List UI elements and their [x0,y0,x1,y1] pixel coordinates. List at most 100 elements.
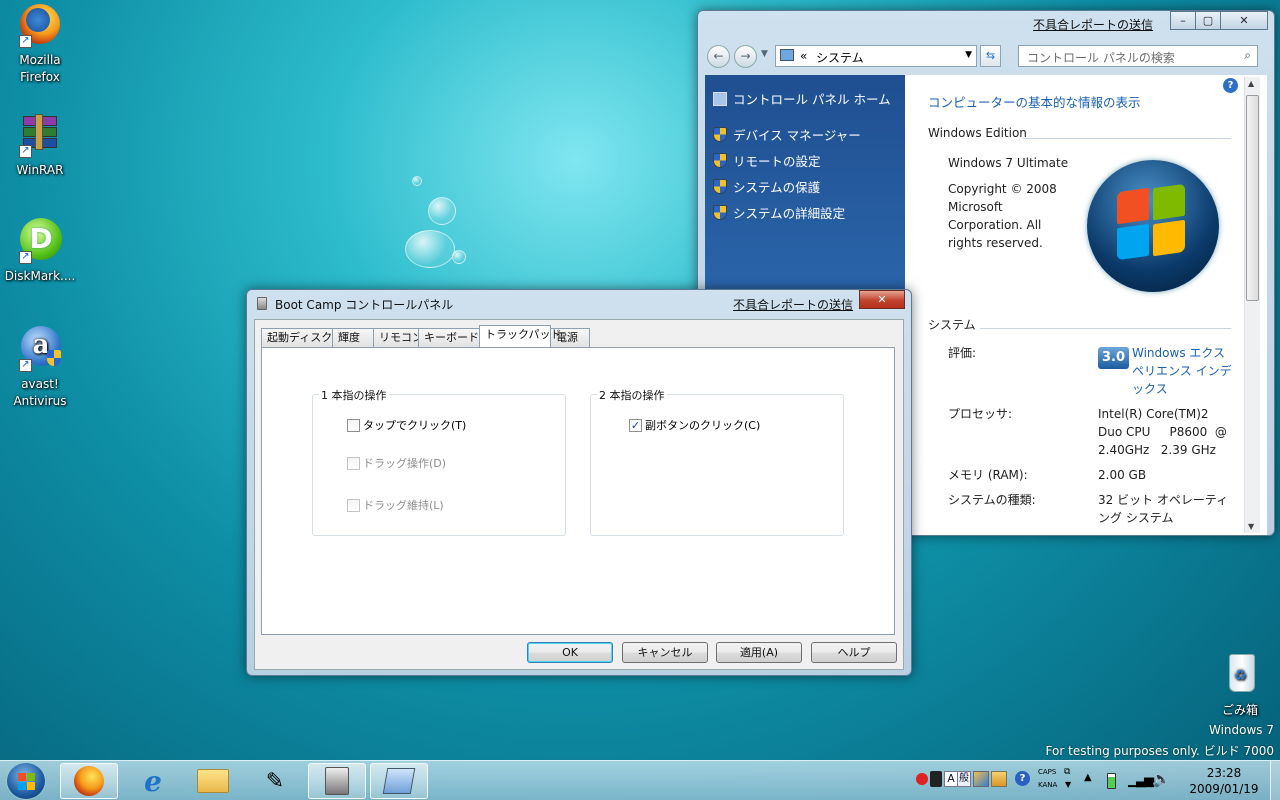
tap-to-click-checkbox[interactable]: タップでクリック(T) [347,417,466,433]
winrar-icon: ↗ [17,112,63,158]
desktop-icon-avast[interactable]: a ↗ avast! Antivirus [0,326,80,410]
desktop-icon-diskmark[interactable]: D ↗ DiskMark.... [0,218,80,285]
processor-value: Intel(R) Core(TM)2 Duo CPU P8600 @ 2.40G… [1098,407,1227,457]
language-bar-icon[interactable] [916,773,928,785]
ime-input-mode[interactable]: A [944,771,958,787]
advanced-system-settings-link[interactable]: システムの詳細設定 [713,203,845,222]
close-button[interactable]: ✕ [1220,11,1268,30]
feedback-link[interactable]: 不具合レポートの送信 [733,296,853,313]
trackpad-tab-page: 1 本指の操作 タップでクリック(T) ドラッグ操作(D) ドラッグ維持(L) … [261,347,895,635]
desktop-icon-recycle-bin[interactable]: ♻ ごみ箱 [1200,652,1280,719]
maximize-button[interactable]: ▢ [1195,11,1221,30]
bootcamp-icon [257,297,267,310]
internet-explorer-icon: e [144,764,162,798]
wallpaper-bubble [428,197,456,225]
firefox-icon: ↗ [17,2,63,48]
device-manager-link[interactable]: デバイス マネージャー [713,125,861,144]
search-input[interactable]: コントロール パネルの検索 ⌕ [1018,45,1258,67]
tab-startup-disk[interactable]: 起動ディスク [261,328,333,347]
bootcamp-icon [325,767,349,795]
history-dropdown-icon[interactable]: ▼ [761,49,768,59]
ime-pen-icon[interactable] [930,771,942,787]
tab-remote[interactable]: リモコン [373,328,423,347]
system-info-pane: ? コンピューターの基本的な情報の表示 Windows Edition Wind… [905,75,1267,535]
taskbar-firefox[interactable] [60,763,118,799]
search-icon[interactable]: ⌕ [1244,48,1251,63]
wallpaper-bubble [452,250,466,264]
help-icon[interactable]: ? [1223,78,1238,93]
chevron-down-icon[interactable]: ▼ [965,50,972,60]
desktop-icon-firefox[interactable]: ↗ Mozilla Firefox [0,2,80,86]
taskbar: e ✎ A 般 ? CAPS KANA ⧉ ▼ ▲ ▁▃▅ 🔈 23:28 20… [0,760,1280,800]
ok-button[interactable]: OK [527,642,613,663]
refresh-button[interactable]: ⇆ [980,45,1001,67]
page-title: コンピューターの基本的な情報の表示 [928,95,1141,110]
taskbar-explorer[interactable] [184,763,242,799]
taskbar-internet-explorer[interactable]: e [124,763,182,799]
taskbar-bootcamp[interactable] [308,763,366,799]
uac-shield-icon [713,127,727,142]
uac-shield-icon [713,205,727,220]
ime-tool-icon[interactable] [973,771,989,787]
ime-help-icon[interactable]: ? [1015,771,1030,786]
feedback-link[interactable]: 不具合レポートの送信 [1033,16,1153,33]
start-button[interactable] [6,762,46,800]
forward-button[interactable]: → [734,45,757,68]
vertical-scrollbar[interactable]: ▲ ▼ [1244,77,1260,533]
system-type-value: 32 ビット オペレーティ ング システム [1098,493,1229,525]
address-bar[interactable]: « システム ▼ [775,45,977,67]
show-hidden-icons-button[interactable]: ▲ [1084,772,1092,783]
shortcut-arrow-icon: ↗ [19,359,32,372]
remote-settings-link[interactable]: リモートの設定 [713,151,821,170]
control-panel-icon [382,768,416,794]
minimize-button[interactable]: – [1170,11,1196,30]
battery-icon[interactable] [1107,773,1116,789]
dragging-checkbox: ドラッグ操作(D) [347,455,446,471]
paint-icon: ✎ [265,768,285,794]
checkbox-box [347,498,360,512]
help-button[interactable]: ヘルプ [811,642,897,663]
two-finger-group: 2 本指の操作 ✓ 副ボタンのクリック(C) [590,387,844,536]
ime-conversion-mode[interactable]: 般 [957,771,971,787]
cancel-button[interactable]: キャンセル [622,642,708,663]
clock[interactable]: 23:28 2009/01/19 [1180,765,1268,797]
close-button[interactable]: ✕ [859,290,905,309]
bootcamp-dialog[interactable]: Boot Camp コントロールパネル 不具合レポートの送信 ✕ 起動ディスク … [246,289,912,676]
control-panel-home-link[interactable]: コントロール パネル ホーム [713,89,891,108]
taskbar-paint[interactable]: ✎ [246,763,304,799]
avast-icon: a ↗ [17,326,63,372]
memory-value: 2.00 GB [1098,468,1147,482]
firefox-icon [74,766,104,796]
windows-logo-icon [1087,160,1219,292]
apply-button[interactable]: 適用(A) [716,642,802,663]
tab-keyboard[interactable]: キーボード [418,328,480,347]
control-panel-icon [713,91,727,106]
computer-icon [780,49,794,61]
system-protection-link[interactable]: システムの保護 [713,177,820,196]
scrollbar-thumb[interactable] [1246,95,1259,301]
experience-index-link[interactable]: Windows エクス ペリエンス インデ ックス [1132,344,1232,398]
checkbox-box[interactable] [347,418,360,432]
ime-option-icon[interactable]: ⧉ [1064,767,1070,777]
show-desktop-button[interactable] [1270,761,1280,800]
edition-section-header: Windows Edition [928,126,1027,140]
ime-option-down-icon[interactable]: ▼ [1065,780,1071,789]
checkbox-box-checked[interactable]: ✓ [629,418,642,432]
back-button[interactable]: ← [707,45,730,68]
tab-trackpad[interactable]: トラックパッド [479,325,561,347]
uac-shield-icon [713,153,727,168]
secondary-click-checkbox[interactable]: ✓ 副ボタンのクリック(C) [629,417,760,433]
volume-icon[interactable]: 🔈 [1152,770,1171,788]
desktop-icon-winrar[interactable]: ↗ WinRAR [0,112,80,179]
ime-pad-icon[interactable] [991,771,1007,787]
shortcut-arrow-icon: ↗ [19,251,32,264]
dialog-client: 起動ディスク 輝度 リモコン キーボード トラックパッド 電源 1 本指の操作 … [254,319,904,670]
tab-strip: 起動ディスク 輝度 リモコン キーボード トラックパッド 電源 [261,325,901,348]
tab-brightness[interactable]: 輝度 [332,328,374,347]
taskbar-control-panel[interactable] [370,763,428,799]
checkbox-box [347,456,360,470]
desktop-watermark: Windows 7 For testing purposes only. ビルド… [1045,723,1274,758]
shortcut-arrow-icon: ↗ [19,35,32,48]
shortcut-arrow-icon: ↗ [19,145,32,158]
network-icon[interactable]: ▁▃▅ [1128,773,1154,788]
